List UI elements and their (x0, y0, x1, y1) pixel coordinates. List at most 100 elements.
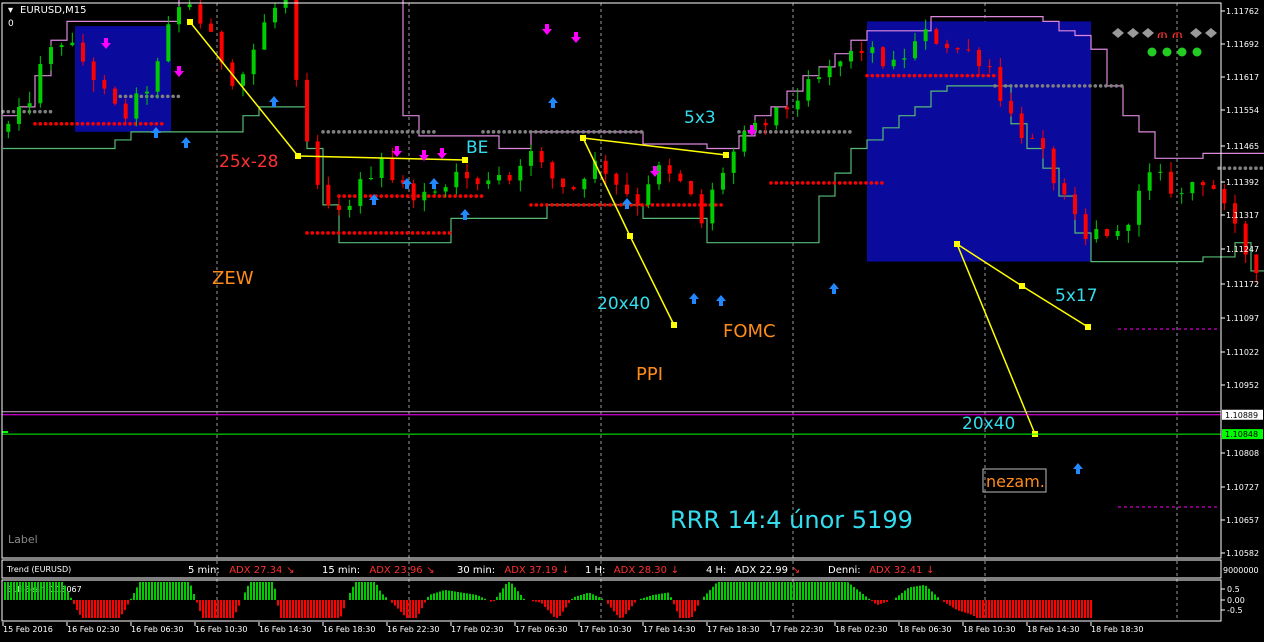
histogram-bar (331, 600, 333, 618)
candle-body (561, 178, 565, 188)
dot-marker (497, 130, 501, 134)
trend-adx-value: ADX 22.99 (735, 565, 788, 576)
histogram-bar (721, 582, 723, 600)
histogram-bar (622, 600, 624, 618)
histogram-bar (922, 585, 924, 600)
dot-marker (448, 194, 452, 198)
histogram-bar (1000, 600, 1002, 618)
histogram-bar (1066, 600, 1068, 618)
histogram-bar (232, 600, 234, 618)
candle-body (603, 160, 608, 174)
histogram-bar (76, 600, 78, 611)
trend-direction-icon: ↘ (286, 565, 294, 576)
title-triangle-icon[interactable]: ▾ (8, 5, 13, 16)
candle-body (1105, 229, 1109, 236)
dot-marker (986, 73, 991, 78)
histogram-bar (22, 582, 24, 600)
candle-body (379, 158, 384, 178)
histogram-bar (697, 600, 699, 606)
dot-marker (618, 130, 623, 134)
histogram-bar (82, 600, 84, 618)
zigzag-point (723, 152, 729, 158)
dot-marker (865, 73, 869, 78)
dot-marker (949, 73, 954, 78)
candle-body (966, 49, 971, 51)
histogram-bar (139, 582, 141, 600)
dot-marker (144, 121, 148, 126)
histogram-bar (928, 588, 930, 600)
dot-marker (363, 194, 368, 198)
dot-marker (597, 130, 601, 134)
dot-marker (421, 130, 426, 134)
histogram-bar (28, 582, 30, 600)
dot-marker (795, 181, 800, 185)
annotation-20x40-first: 20x40 (597, 294, 650, 314)
candle-body (699, 194, 704, 224)
histogram-bar (1045, 600, 1047, 618)
histogram-bar (337, 600, 339, 618)
dot-marker (171, 94, 175, 99)
indicator-tick-label: -0.5 (1227, 606, 1243, 615)
trend-direction-icon: ↓ (561, 565, 569, 576)
histogram-bar (193, 594, 195, 600)
histogram-bar (421, 600, 423, 609)
candle-body (166, 24, 171, 62)
candle-body (795, 100, 800, 110)
histogram-bar (4, 582, 6, 600)
dot-marker (479, 194, 484, 198)
dot-marker (176, 94, 181, 99)
histogram-bar (502, 588, 504, 600)
histogram-bar (787, 582, 789, 600)
time-tick-label: 15 Feb 2016 (3, 625, 53, 634)
histogram-bar (235, 600, 237, 613)
histogram-bar (565, 600, 567, 608)
trend-direction-icon: ↘ (426, 565, 434, 576)
annotation-zew: ZEW (212, 268, 254, 289)
dot-marker (1003, 84, 1008, 88)
candle-body (1115, 230, 1120, 236)
zigzag-point (671, 322, 677, 328)
histogram-bar (439, 591, 441, 600)
histogram-bar (532, 600, 534, 602)
candle-body (81, 42, 85, 62)
histogram-bar (781, 582, 783, 600)
dot-marker (70, 121, 74, 126)
dot-marker (347, 231, 352, 235)
histogram-bar (436, 592, 438, 600)
dot-marker (534, 130, 538, 134)
dot-marker (22, 109, 26, 114)
candle-body (859, 50, 864, 54)
histogram-bar (406, 600, 408, 618)
price-chart[interactable]: 1.108891.10848 ▾ EURUSD,M15 0 Label ጠ ጠ … (0, 0, 1264, 638)
histogram-bar (394, 600, 396, 606)
histogram-bar (190, 585, 192, 600)
dot-marker (374, 130, 378, 134)
histogram-bar (1060, 600, 1062, 618)
histogram-bar (655, 594, 657, 600)
histogram-bar (127, 600, 129, 605)
dot-marker (416, 130, 420, 134)
histogram-bar (553, 600, 555, 617)
candle-body (70, 42, 75, 46)
dot-marker (336, 231, 341, 235)
dot-marker (1046, 84, 1050, 88)
dot-marker (400, 231, 404, 235)
price-tick-label: 1.11022 (1226, 348, 1259, 357)
dot-marker (1024, 84, 1029, 88)
dot-marker (400, 130, 405, 134)
candle-body (1190, 182, 1195, 194)
dot-marker (714, 203, 718, 207)
dot-marker (640, 203, 644, 207)
dot-marker (774, 181, 779, 185)
dot-marker (379, 130, 383, 134)
candle-body (1019, 113, 1024, 139)
histogram-bar (847, 582, 849, 600)
histogram-bar (1069, 600, 1071, 618)
dot-marker (379, 194, 384, 198)
histogram-bar (307, 600, 309, 618)
trend-adx-value: ADX 32.41 (869, 565, 922, 576)
histogram-bar (304, 600, 306, 618)
svg-text:ጠ: ጠ (1157, 27, 1168, 42)
price-tick-label: 1.10808 (1226, 449, 1259, 458)
histogram-bar (988, 600, 990, 618)
